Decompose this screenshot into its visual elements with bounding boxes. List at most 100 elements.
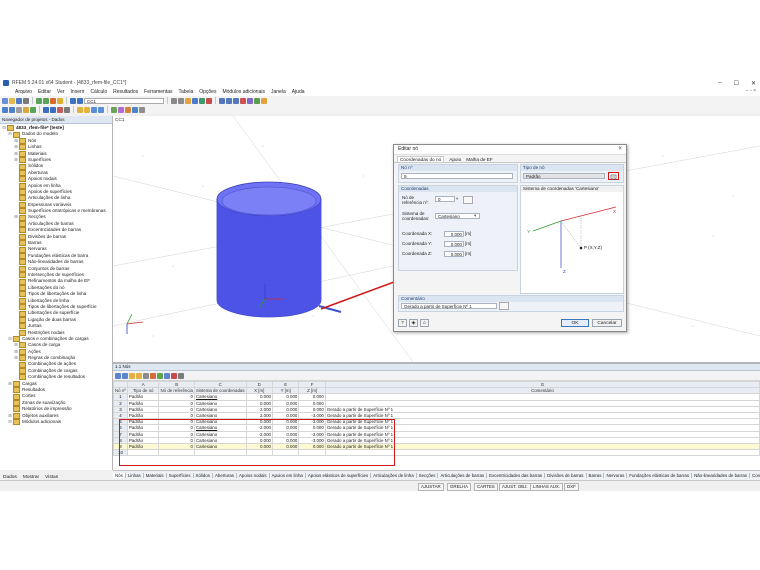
sheet-tab[interactable]: Divisões de barras bbox=[545, 472, 587, 478]
support-icon[interactable] bbox=[30, 106, 36, 113]
rotate-icon[interactable] bbox=[91, 106, 97, 113]
comment-icon[interactable] bbox=[125, 106, 131, 113]
tab-dados[interactable]: Dados bbox=[3, 475, 17, 480]
ok-button[interactable]: OK bbox=[561, 319, 589, 327]
print-icon[interactable] bbox=[23, 97, 29, 104]
sheet-tab[interactable]: Articulações de linha bbox=[371, 472, 417, 478]
zoom-icon[interactable] bbox=[192, 97, 198, 104]
mirror-icon[interactable] bbox=[98, 106, 104, 113]
sheet-tab[interactable]: Apoios em linha bbox=[270, 472, 306, 478]
next-icon[interactable] bbox=[178, 97, 184, 104]
snap-icon[interactable] bbox=[16, 106, 22, 113]
tree-toggle-icon[interactable]: ⊟ bbox=[2, 125, 6, 131]
xz-view-icon[interactable] bbox=[226, 97, 232, 104]
sheet-tab[interactable]: Aberturas bbox=[213, 472, 237, 478]
table-sort-icon[interactable] bbox=[150, 372, 156, 379]
display-icon[interactable] bbox=[185, 97, 191, 104]
redo-icon[interactable] bbox=[43, 97, 49, 104]
move-icon[interactable] bbox=[84, 106, 90, 113]
table-insert-icon[interactable] bbox=[164, 372, 170, 379]
table-delete-icon[interactable] bbox=[171, 372, 177, 379]
sheet-tab[interactable]: Não-linearidades de barras bbox=[692, 472, 751, 478]
pick-button[interactable]: ◈ bbox=[409, 319, 418, 327]
tree-toggle-icon[interactable]: ⊞ bbox=[14, 214, 18, 220]
sheet-tab[interactable]: Materiais bbox=[144, 472, 167, 478]
reference-dropdown-icon[interactable]: ▾ bbox=[456, 196, 458, 202]
tab-vistas[interactable]: Vistas bbox=[45, 475, 58, 480]
save-icon[interactable] bbox=[16, 97, 22, 104]
view-icon[interactable] bbox=[77, 97, 83, 104]
status-cartes[interactable]: CARTES bbox=[474, 483, 498, 491]
node-type-edit-button[interactable] bbox=[608, 172, 619, 180]
dialog-close-button[interactable]: × bbox=[618, 146, 622, 152]
model-viewport[interactable]: CC1 Editar nó × Coordenadas do nó Apoio … bbox=[113, 116, 760, 363]
comment-field[interactable]: Gerado a partir de Superfície Nº 1 bbox=[401, 303, 497, 309]
status-dxf[interactable]: DXF bbox=[564, 483, 579, 491]
tab-fe-mesh[interactable]: Malha de EF bbox=[466, 157, 493, 162]
sheet-tab[interactable]: Nervuras bbox=[604, 472, 628, 478]
help-button[interactable]: ? bbox=[398, 319, 407, 327]
tree-toggle-icon[interactable]: ⊟ bbox=[8, 419, 12, 425]
table-select-icon[interactable] bbox=[157, 372, 163, 379]
sheet-tab[interactable]: Excentricidades das barras bbox=[487, 472, 546, 478]
sheet-tab[interactable]: Sólidos bbox=[194, 472, 213, 478]
menu-opcoes[interactable]: Opções bbox=[196, 89, 219, 95]
open-icon[interactable] bbox=[9, 97, 15, 104]
surface-icon[interactable] bbox=[23, 106, 29, 113]
measure-icon[interactable] bbox=[247, 97, 253, 104]
z-field[interactable]: 0.000 bbox=[444, 251, 464, 257]
table-copy-icon[interactable] bbox=[122, 372, 128, 379]
cylinder-surface[interactable] bbox=[216, 181, 322, 318]
cancel-button[interactable]: Cancelar bbox=[592, 319, 622, 327]
check-icon[interactable] bbox=[111, 106, 117, 113]
sheet-tab[interactable]: Superfícies bbox=[167, 472, 194, 478]
menu-arquivo[interactable]: Arquivo bbox=[12, 89, 35, 95]
calculate-icon[interactable] bbox=[50, 97, 56, 104]
new-icon[interactable] bbox=[2, 97, 8, 104]
sheet-tab[interactable]: Apoios nodais bbox=[237, 472, 270, 478]
filter-icon[interactable] bbox=[254, 97, 260, 104]
loadcase-select[interactable]: CC1 bbox=[84, 97, 164, 104]
minimize-button[interactable]: – bbox=[718, 80, 721, 86]
tree-toggle-icon[interactable]: ⊞ bbox=[14, 157, 18, 163]
sheet-tab[interactable]: Secções bbox=[417, 472, 439, 478]
navigator-item[interactable]: ⊟ Módulos adicionais bbox=[0, 419, 112, 426]
status-grelha[interactable]: GRELHA bbox=[447, 483, 472, 491]
pick-node-button[interactable] bbox=[463, 196, 473, 204]
table-icon[interactable] bbox=[70, 97, 76, 104]
menu-janela[interactable]: Janela bbox=[268, 89, 289, 95]
settings-icon[interactable] bbox=[139, 106, 145, 113]
sheet-tab[interactable]: Nós bbox=[113, 472, 126, 478]
status-linhas-aux[interactable]: LINHAS AUX. bbox=[530, 483, 564, 491]
sheet-tab[interactable]: Linhas bbox=[126, 472, 144, 478]
table-import-icon[interactable] bbox=[136, 372, 142, 379]
sheet-tab[interactable]: Articulações de barras bbox=[438, 472, 488, 478]
menu-ferramentas[interactable]: Ferramentas bbox=[141, 89, 175, 95]
menu-ajuda[interactable]: Ajuda bbox=[289, 89, 308, 95]
section-tool-icon[interactable] bbox=[50, 106, 56, 113]
comment-picker-button[interactable] bbox=[499, 302, 509, 310]
info-button[interactable]: ⌂ bbox=[420, 319, 429, 327]
undo-icon[interactable] bbox=[36, 97, 42, 104]
tree-toggle-icon[interactable]: ⊞ bbox=[14, 355, 18, 361]
tree-toggle-icon[interactable]: ⊟ bbox=[8, 131, 12, 137]
render-icon[interactable] bbox=[206, 97, 212, 104]
maximize-button[interactable]: ☐ bbox=[734, 80, 739, 87]
member-icon[interactable] bbox=[43, 106, 49, 113]
node-no-field[interactable]: 9 bbox=[401, 173, 513, 179]
tree-toggle-icon[interactable]: ⊞ bbox=[8, 381, 12, 387]
prev-icon[interactable] bbox=[171, 97, 177, 104]
tab-support[interactable]: Apoio bbox=[449, 157, 461, 162]
grid-icon[interactable] bbox=[64, 106, 70, 113]
menu-ver[interactable]: Ver bbox=[54, 89, 68, 95]
menu-editar[interactable]: Editar bbox=[35, 89, 54, 95]
xy-view-icon[interactable] bbox=[219, 97, 225, 104]
status-ajustar[interactable]: AJUSTAR bbox=[418, 483, 444, 491]
menu-inserir[interactable]: Inserir bbox=[68, 89, 88, 95]
results-icon[interactable] bbox=[57, 97, 63, 104]
x-field[interactable]: 0.000 bbox=[444, 231, 464, 237]
sheet-tab[interactable]: Conjuntos de barras bbox=[750, 473, 760, 478]
table-print-icon[interactable] bbox=[143, 372, 149, 379]
delete-icon[interactable] bbox=[240, 97, 246, 104]
y-field[interactable]: 0.000 bbox=[444, 241, 464, 247]
